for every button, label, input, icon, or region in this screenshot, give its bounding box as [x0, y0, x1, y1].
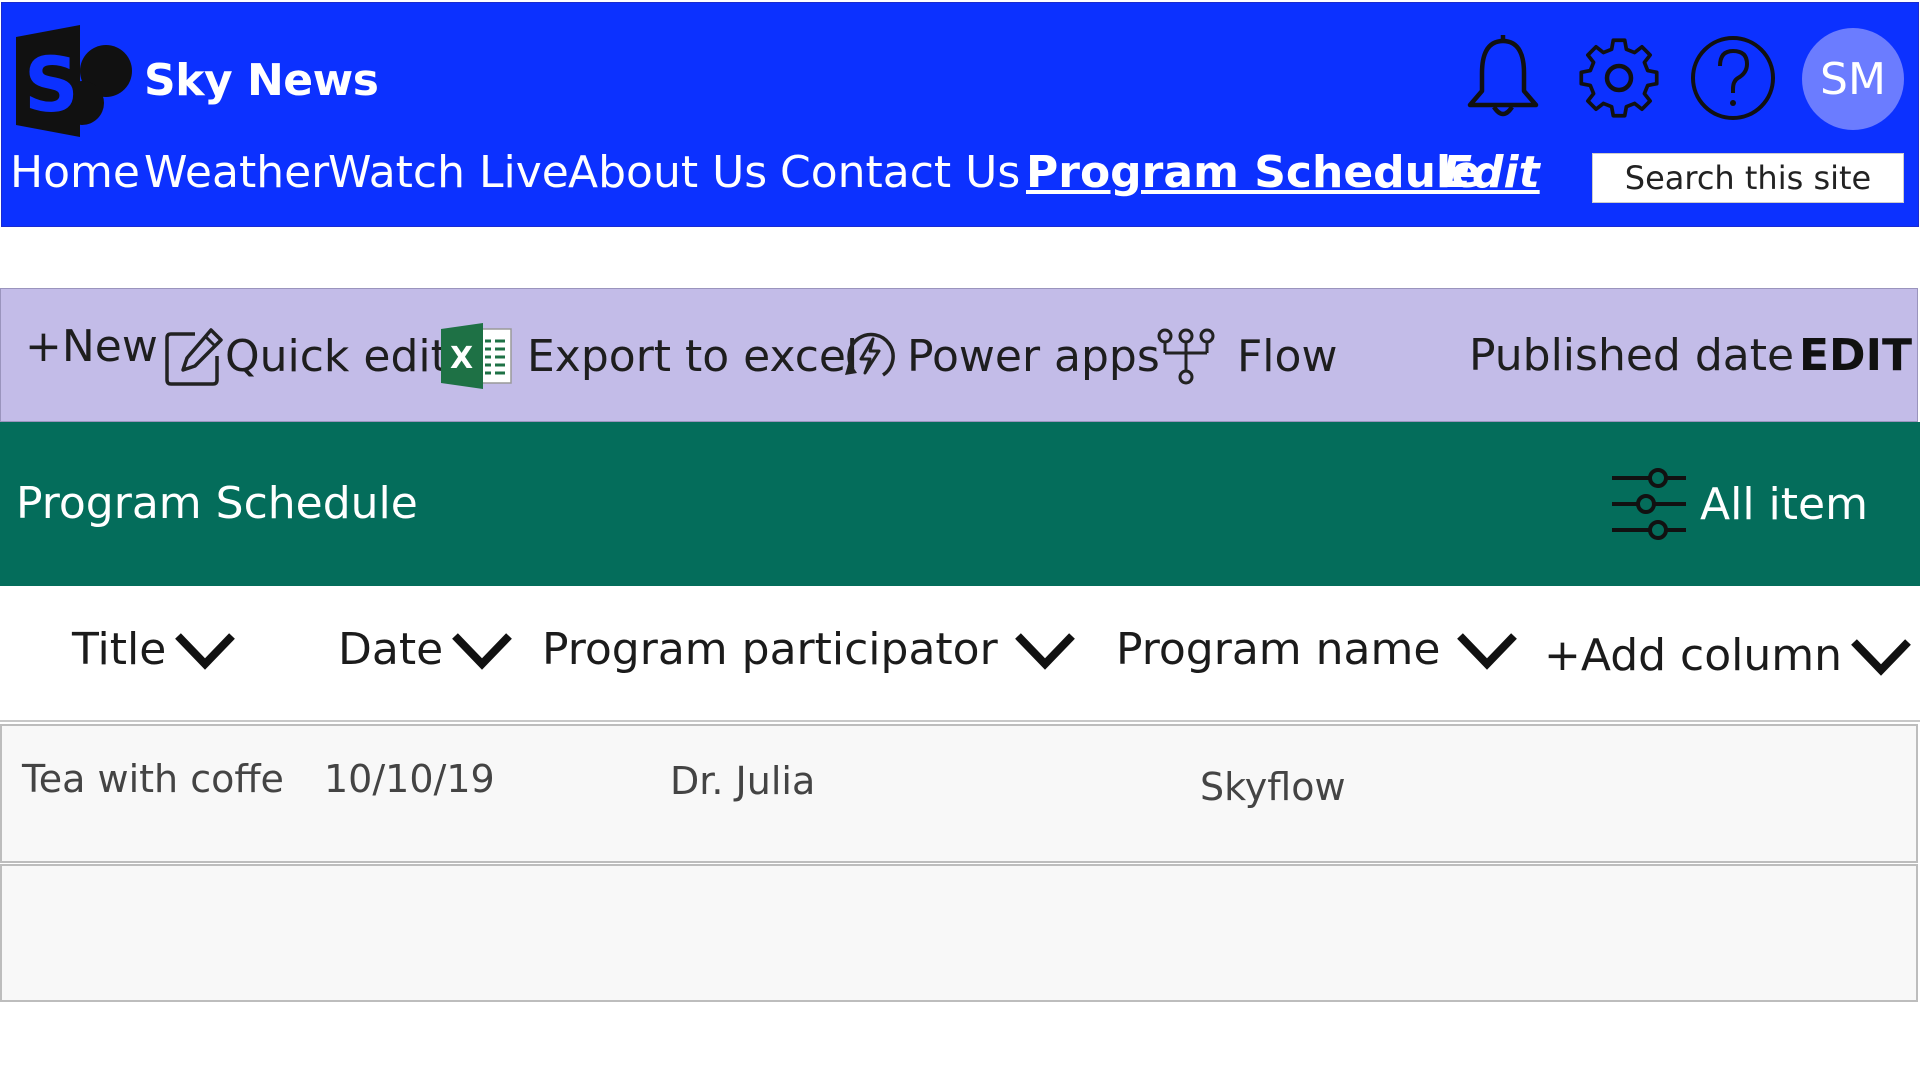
- command-bar: +New Quick edit X Export to excel Power …: [0, 288, 1918, 422]
- power-apps-label: Power apps: [907, 330, 1160, 382]
- nav-about-us[interactable]: About Us: [568, 143, 767, 203]
- bell-icon[interactable]: [1460, 33, 1546, 123]
- column-date[interactable]: Date: [338, 624, 513, 675]
- column-title[interactable]: Title: [72, 624, 236, 675]
- add-column-button[interactable]: +Add column: [1544, 630, 1912, 681]
- sharepoint-logo-icon[interactable]: S: [14, 25, 132, 137]
- table-row-empty[interactable]: [0, 864, 1918, 1002]
- cell-title[interactable]: Tea with coffe: [22, 726, 284, 833]
- view-switcher[interactable]: All item: [1612, 466, 1868, 542]
- chevron-down-icon: [1457, 632, 1518, 670]
- help-icon[interactable]: [1690, 33, 1776, 123]
- pencil-edit-icon: [165, 328, 223, 386]
- cell-program-name: Skyflow: [1200, 765, 1346, 809]
- quick-edit-label: Quick edit: [225, 330, 448, 382]
- column-header-row: Title Date Program participator Program …: [0, 586, 1920, 722]
- list-header-band: Program Schedule All item: [0, 422, 1920, 586]
- published-date-filter[interactable]: Published date: [1469, 289, 1794, 423]
- edit-button[interactable]: EDIT: [1799, 289, 1912, 423]
- cell-participator: Dr. Julia: [670, 759, 816, 803]
- export-to-excel-label: Export to excel: [527, 330, 859, 382]
- flow-button[interactable]: Flow: [1155, 289, 1337, 423]
- svg-text:X: X: [450, 341, 473, 376]
- power-apps-button[interactable]: Power apps: [843, 289, 1160, 423]
- nav-home[interactable]: Home: [10, 143, 140, 203]
- table-row[interactable]: Tea with coffe 10/10/19 Dr. Julia Skyflo…: [0, 724, 1918, 863]
- chevron-down-icon: [1851, 638, 1911, 676]
- column-program-participator-label: Program participator: [542, 624, 998, 675]
- nav-watch-live[interactable]: Watch Live: [328, 143, 569, 203]
- new-button-label: +New: [25, 320, 158, 372]
- column-date-label: Date: [338, 624, 444, 675]
- flow-label: Flow: [1237, 330, 1338, 382]
- nav-contact-us[interactable]: Contact Us: [780, 143, 1020, 203]
- gear-icon[interactable]: [1576, 33, 1662, 123]
- svg-text:S: S: [24, 40, 79, 129]
- export-to-excel-button[interactable]: X Export to excel: [441, 289, 858, 423]
- column-title-label: Title: [72, 624, 167, 675]
- excel-icon: X: [441, 323, 512, 389]
- column-program-participator[interactable]: Program participator: [542, 624, 1076, 675]
- flow-icon: [1157, 328, 1215, 385]
- nav-program-schedule[interactable]: Program Schedule: [1026, 143, 1481, 203]
- user-avatar[interactable]: SM: [1802, 28, 1904, 130]
- add-column-label: +Add column: [1544, 630, 1843, 681]
- filter-sliders-icon: [1612, 468, 1686, 540]
- cell-date: 10/10/19: [324, 757, 495, 801]
- column-program-name[interactable]: Program name: [1116, 624, 1518, 675]
- column-program-name-label: Program name: [1116, 624, 1441, 675]
- nav-edit-link[interactable]: Edit: [1442, 143, 1540, 203]
- new-button[interactable]: +New: [25, 279, 158, 413]
- nav-weather[interactable]: Weather: [144, 143, 329, 203]
- list-title: Program Schedule: [16, 478, 418, 529]
- chevron-down-icon: [1014, 632, 1075, 670]
- chevron-down-icon: [452, 632, 513, 670]
- quick-edit-button[interactable]: Quick edit: [165, 289, 448, 423]
- suite-header: S Sky News SM Home Weather Watch Live Ab…: [1, 2, 1919, 227]
- view-label: All item: [1700, 478, 1868, 530]
- site-title[interactable]: Sky News: [144, 55, 379, 106]
- chevron-down-icon: [175, 632, 236, 670]
- search-input[interactable]: Search this site: [1592, 153, 1904, 203]
- power-apps-icon: [845, 332, 895, 377]
